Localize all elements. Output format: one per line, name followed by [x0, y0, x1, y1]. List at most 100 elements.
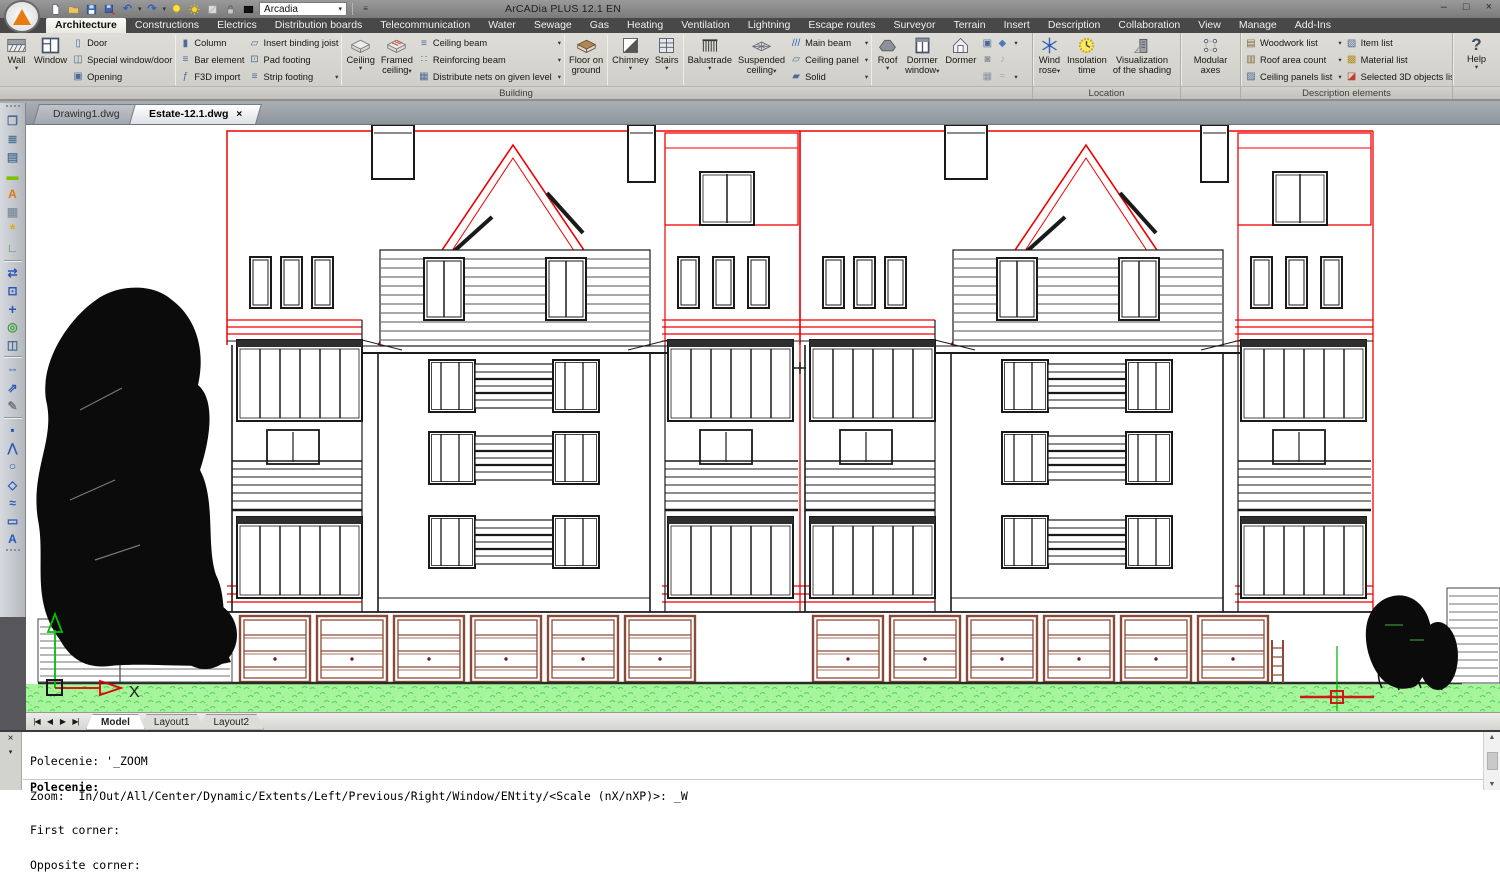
text-style-icon[interactable]: A [2, 185, 23, 203]
tab-collaboration[interactable]: Collaboration [1109, 18, 1189, 33]
ucs-axes-icon[interactable]: ∟ [2, 239, 23, 257]
undo-button[interactable]: ↶ [120, 2, 135, 16]
new-viewport-icon[interactable]: ❒ [2, 112, 23, 130]
f3d-import-button[interactable]: ƒF3D import [179, 71, 244, 82]
snap-node-icon[interactable]: * [2, 221, 23, 239]
tab-description[interactable]: Description [1039, 18, 1110, 33]
restore-button[interactable]: □ [1463, 1, 1470, 13]
scroll-down-icon[interactable]: ▼ [1489, 781, 1496, 788]
polygon-icon[interactable]: ◇ [2, 476, 23, 494]
command-close-icon[interactable]: × [8, 733, 14, 744]
last-sheet-button[interactable]: ▶| [69, 717, 82, 726]
properties-list-icon[interactable]: ▤ [2, 148, 23, 166]
toolbar-grip[interactable] [6, 549, 20, 554]
rectangle-icon[interactable]: ▭ [2, 512, 23, 530]
doc-close-icon[interactable]: × [236, 109, 242, 120]
tab-lightning[interactable]: Lightning [739, 18, 800, 33]
lightbulb-icon[interactable] [169, 2, 184, 16]
selected-3d-objects-button[interactable]: ◪Selected 3D objects list▾ [1346, 71, 1453, 82]
tab-telecommunication[interactable]: Telecommunication [371, 18, 479, 33]
app-logo[interactable] [4, 0, 40, 33]
stairs-button[interactable]: Stairs▾ [652, 34, 682, 86]
dormer-window-button[interactable]: Dormerwindow▾ [902, 34, 942, 86]
sun-icon[interactable] [187, 2, 202, 16]
new-file-button[interactable] [48, 2, 63, 16]
command-expand-icon[interactable]: ▾ [9, 748, 13, 756]
framed-ceiling-button[interactable]: Framedceiling▾ [378, 34, 416, 86]
roof-area-count-button[interactable]: ▥Roof area count▾ [1245, 54, 1342, 65]
command-input[interactable]: Polecenie: [30, 780, 99, 794]
wall-button[interactable]: Wall▾ [2, 34, 31, 86]
circle-icon[interactable]: ○ [2, 457, 23, 475]
close-button[interactable]: × [1486, 1, 1492, 13]
center-view-icon[interactable]: ◎ [2, 318, 23, 336]
plot-button[interactable] [102, 2, 117, 16]
lock-small-icon[interactable]: ◙ [981, 54, 993, 65]
tab-heating[interactable]: Heating [618, 18, 672, 33]
woodwork-list-button[interactable]: ▤Woodwork list▾ [1245, 38, 1342, 49]
shading-visualization-button[interactable]: Visualizationof the shading [1110, 34, 1174, 86]
next-sheet-button[interactable]: ▶ [56, 717, 69, 726]
tab-water[interactable]: Water [479, 18, 525, 33]
tab-manage[interactable]: Manage [1230, 18, 1286, 33]
drawing-canvas[interactable]: X [26, 125, 1500, 712]
grid-small-icon[interactable]: ▦ [981, 71, 993, 82]
prev-sheet-button[interactable]: ◀ [43, 717, 56, 726]
tab-escape-routes[interactable]: Escape routes [799, 18, 884, 33]
thumbnail-icon[interactable]: ◆ [996, 38, 1008, 49]
tab-ventilation[interactable]: Ventilation [672, 18, 738, 33]
ceiling-panels-list-button[interactable]: ▨Ceiling panels list▾ [1245, 71, 1342, 82]
layer-manager-icon[interactable]: ≣ [2, 130, 23, 148]
command-scrollbar[interactable]: ▲ ▼ [1483, 732, 1500, 790]
zoom-extents-icon[interactable]: + [2, 300, 23, 318]
tab-gas[interactable]: Gas [581, 18, 618, 33]
bar-element-button[interactable]: ≡Bar element [179, 54, 244, 65]
profile-combobox[interactable]: Arcadia▾ [259, 2, 347, 16]
tab-architecture[interactable]: Architecture [46, 18, 126, 33]
ceiling-button[interactable]: Ceiling▾ [343, 34, 377, 86]
insert-binding-joist-button[interactable]: ▱Insert binding joist [249, 38, 339, 49]
toolbar-grip[interactable] [6, 105, 20, 110]
first-sheet-button[interactable]: |◀ [30, 717, 43, 726]
sheet-tab-layout2[interactable]: Layout2 [198, 714, 264, 730]
color-swatch[interactable] [241, 2, 256, 16]
scroll-up-icon[interactable]: ▲ [1489, 734, 1496, 741]
customize-toolbar-button[interactable]: ≡ [358, 2, 373, 16]
grid-icon[interactable]: ▦ [2, 203, 23, 221]
sheet-tab-model[interactable]: Model [86, 714, 145, 730]
modular-axes-button[interactable]: Modularaxes [1191, 34, 1231, 86]
roof-button[interactable]: Roof▾ [873, 34, 902, 86]
window-button[interactable]: Window [31, 34, 70, 86]
draw-line-icon[interactable]: ✎ [2, 397, 23, 415]
special-window-door-button[interactable]: ◫Special window/door [72, 54, 172, 65]
floor-on-ground-button[interactable]: Floor onground [566, 34, 606, 86]
dim-linear-icon[interactable]: ⇔ [2, 360, 23, 378]
regen-icon[interactable]: ⇄ [2, 264, 23, 282]
sheet-tab-layout1[interactable]: Layout1 [139, 714, 205, 730]
tab-terrain[interactable]: Terrain [944, 18, 994, 33]
distribute-nets-button[interactable]: ▦Distribute nets on given level▾ [418, 71, 561, 82]
spline-icon[interactable]: ≈ [2, 494, 23, 512]
dormer-button[interactable]: Dormer [942, 34, 979, 86]
main-beam-button[interactable]: ///Main beam▾ [790, 38, 868, 49]
insolation-time-button[interactable]: Insolationtime [1064, 34, 1110, 86]
polyline-icon[interactable]: ⋀ [2, 439, 23, 457]
solid-button[interactable]: ▰Solid▾ [790, 71, 868, 82]
view-3d-icon[interactable]: ◫ [2, 336, 23, 354]
balustrade-button[interactable]: Balustrade▾ [685, 34, 735, 86]
strip-footing-button[interactable]: ≡Strip footing▾ [249, 71, 339, 82]
column-button[interactable]: ▮Column [179, 38, 244, 49]
tab-surveyor[interactable]: Surveyor [884, 18, 944, 33]
text-icon[interactable]: A [2, 530, 23, 548]
opening-button[interactable]: ▣Opening [72, 71, 172, 82]
tab-view[interactable]: View [1189, 18, 1230, 33]
tab-electrics[interactable]: Electrics [208, 18, 266, 33]
point-icon[interactable]: ▪ [2, 421, 23, 439]
zoom-window-icon[interactable]: ⊡ [2, 282, 23, 300]
tab-constructions[interactable]: Constructions [126, 18, 208, 33]
tab-insert[interactable]: Insert [995, 18, 1039, 33]
pad-footing-button[interactable]: ⊡Pad footing [249, 54, 339, 65]
redo-dropdown[interactable]: ▾ [163, 5, 167, 13]
open-file-button[interactable] [66, 2, 81, 16]
chimney-button[interactable]: Chimney▾ [609, 34, 652, 86]
